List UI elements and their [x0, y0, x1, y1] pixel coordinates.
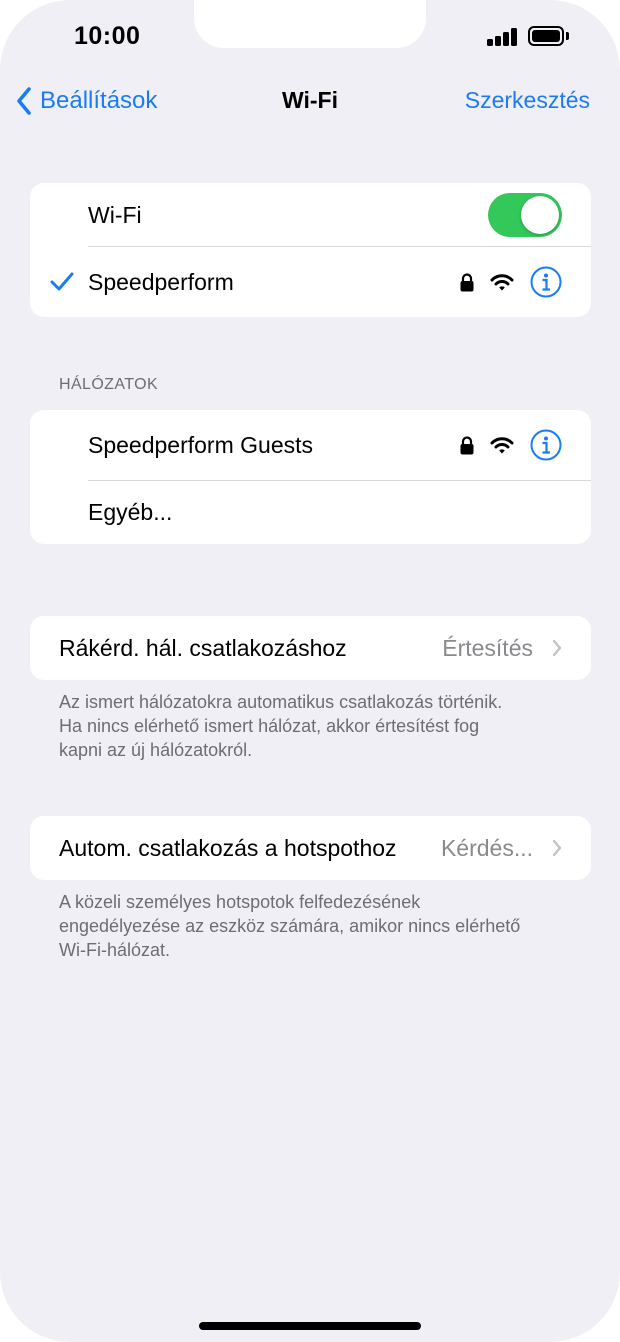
lock-icon — [460, 435, 474, 454]
footnote-line: Ha nincs elérhető ismert hálózat, akkor … — [59, 716, 480, 736]
ask-join-footnote: Az ismert hálózatokra automatikus csatla… — [59, 690, 569, 762]
battery-cap — [566, 32, 569, 40]
notch — [194, 0, 426, 48]
wifi-toggle[interactable] — [488, 193, 562, 237]
wifi-toggle-label: Wi-Fi — [88, 201, 142, 228]
network-row[interactable]: Speedperform Guests — [30, 410, 591, 480]
auto-hotspot-row[interactable]: Autom. csatlakozás a hotspothoz Kérdés..… — [30, 816, 591, 880]
toggle-knob — [521, 196, 559, 234]
ask-join-card[interactable]: Rákérd. hál. csatlakozáshoz Értesítés — [30, 616, 591, 680]
cellular-signal-icon — [487, 28, 519, 46]
checkmark-icon — [50, 272, 74, 291]
auto-hotspot-card[interactable]: Autom. csatlakozás a hotspothoz Kérdés..… — [30, 816, 591, 880]
auto-hotspot-label: Autom. csatlakozás a hotspothoz — [59, 834, 397, 861]
wifi-card: Wi-Fi Speedperform — [30, 183, 591, 317]
info-icon[interactable] — [530, 266, 562, 298]
ask-join-value: Értesítés — [442, 634, 533, 661]
footnote-line: Az ismert hálózatokra automatikus csatla… — [59, 692, 503, 712]
wifi-icon — [490, 436, 514, 453]
phone-screen: 10:00 Beállítások Wi-Fi Szerkesztés Wi-F… — [0, 0, 620, 1342]
edit-button[interactable]: Szerkesztés — [465, 87, 590, 114]
home-indicator[interactable] — [199, 1322, 421, 1330]
footnote-line: kapni az új hálózatokról. — [59, 740, 253, 760]
wifi-toggle-row: Wi-Fi — [30, 183, 591, 247]
footnote-line: engedélyezése az eszköz számára, amikor … — [59, 916, 521, 936]
footnote-line: A közeli személyes hotspotok felfedezésé… — [59, 892, 421, 912]
networks-card: Speedperform Guests Egyéb... — [30, 410, 591, 544]
chevron-right-icon — [552, 639, 562, 657]
lock-icon — [460, 272, 474, 291]
battery-icon — [528, 26, 564, 46]
ask-join-label: Rákérd. hál. csatlakozáshoz — [59, 634, 347, 661]
status-time: 10:00 — [74, 22, 141, 50]
other-network-label: Egyéb... — [88, 499, 173, 525]
chevron-right-icon — [552, 839, 562, 857]
auto-hotspot-footnote: A közeli személyes hotspotok felfedezésé… — [59, 890, 569, 962]
network-name: Speedperform Guests — [88, 431, 314, 458]
networks-section-header: HÁLÓZATOK — [59, 376, 159, 393]
network-status-icons — [460, 429, 562, 461]
connected-network-row[interactable]: Speedperform — [30, 247, 591, 317]
network-status-icons — [460, 266, 562, 298]
auto-hotspot-value: Kérdés... — [440, 834, 533, 861]
other-network-row[interactable]: Egyéb... — [30, 481, 591, 544]
info-icon[interactable] — [530, 429, 562, 461]
connected-network-name: Speedperform — [88, 268, 234, 295]
ask-join-row[interactable]: Rákérd. hál. csatlakozáshoz Értesítés — [30, 616, 591, 680]
footnote-line: Wi-Fi-hálózat. — [59, 940, 171, 960]
wifi-icon — [490, 273, 514, 290]
